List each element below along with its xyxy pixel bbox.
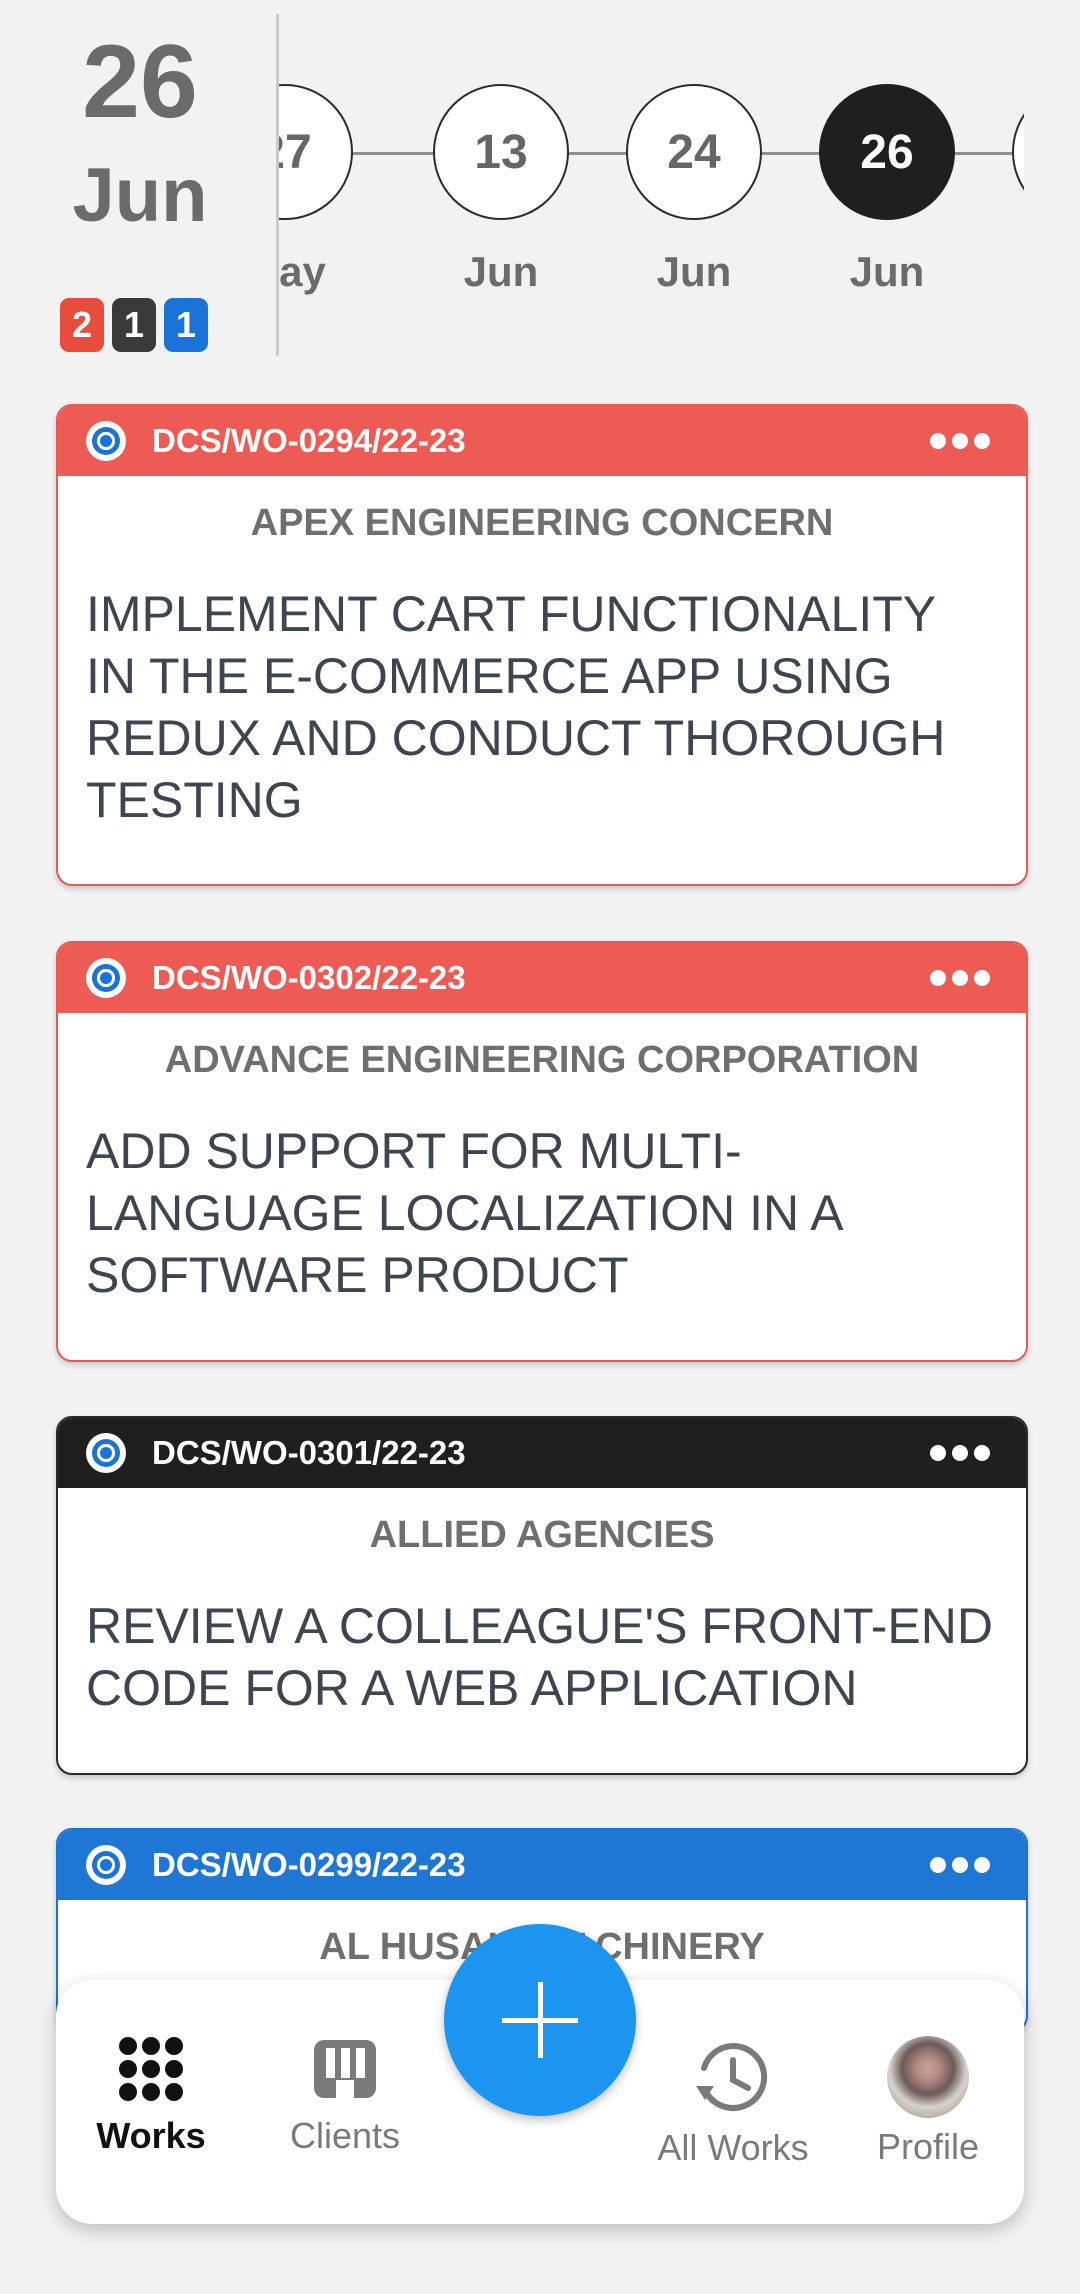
timeline-date-circle: 27 xyxy=(279,84,353,220)
timeline-date-item[interactable]: 27 May xyxy=(279,84,353,296)
timeline-date-month: Jun xyxy=(849,248,925,295)
card-header: DCS/WO-0299/22-23 xyxy=(58,1830,1026,1900)
target-icon xyxy=(86,1845,126,1885)
timeline-date-circle: 24 xyxy=(626,84,762,220)
timeline-date-circle: 13 xyxy=(433,84,569,220)
history-clock-icon xyxy=(696,2042,768,2111)
timeline-date-item[interactable] xyxy=(1012,84,1024,220)
nav-profile[interactable]: Profile xyxy=(843,2036,1013,2168)
work-order-number: DCS/WO-0299/22-23 xyxy=(152,1846,466,1883)
timeline-date-item[interactable]: 24 Jun xyxy=(626,84,762,296)
task-description: ADD SUPPORT FOR MULTI-LANGUAGE LOCALIZAT… xyxy=(86,1123,841,1303)
nav-clients[interactable]: Clients xyxy=(260,2036,430,2157)
badge-blue-count: 1 xyxy=(164,298,208,352)
avatar xyxy=(887,2036,969,2118)
timeline-date-item-selected[interactable]: 26 Jun xyxy=(819,84,955,296)
status-badges: 2 1 1 xyxy=(60,298,208,352)
card-header: DCS/WO-0294/22-23 xyxy=(58,406,1026,476)
card-header: DCS/WO-0301/22-23 xyxy=(58,1418,1026,1488)
work-order-card[interactable]: DCS/WO-0294/22-23 APEX ENGINEERING CONCE… xyxy=(56,404,1028,886)
nav-works-label: Works xyxy=(96,2115,206,2156)
more-horizontal-icon[interactable] xyxy=(930,1445,990,1461)
timeline-date-circle xyxy=(1012,84,1024,220)
timeline-date-month: Jun xyxy=(463,248,539,295)
nav-all-works-label: All Works xyxy=(657,2127,809,2168)
work-order-card[interactable]: DCS/WO-0301/22-23 ALLIED AGENCIES REVIEW… xyxy=(56,1416,1028,1775)
timeline-date-month: Jun xyxy=(656,248,732,295)
client-name: ALLIED AGENCIES xyxy=(369,1514,715,1556)
more-horizontal-icon[interactable] xyxy=(930,970,990,986)
nav-works[interactable]: Works xyxy=(66,2036,236,2157)
timeline-date-circle: 26 xyxy=(819,84,955,220)
target-icon xyxy=(86,958,126,998)
task-description: REVIEW A COLLEAGUE'S FRONT-END CODE FOR … xyxy=(86,1598,993,1716)
more-horizontal-icon[interactable] xyxy=(930,433,990,449)
target-icon xyxy=(86,1433,126,1473)
nav-profile-label: Profile xyxy=(876,2126,980,2167)
add-work-button[interactable] xyxy=(444,1924,636,2116)
work-order-number: DCS/WO-0294/22-23 xyxy=(152,422,466,459)
work-order-number: DCS/WO-0302/22-23 xyxy=(152,959,466,996)
work-order-card[interactable]: DCS/WO-0302/22-23 ADVANCE ENGINEERING CO… xyxy=(56,941,1028,1362)
badge-red-count: 2 xyxy=(60,298,104,352)
timeline-date-month: May xyxy=(279,248,326,295)
target-icon xyxy=(86,421,126,461)
more-horizontal-icon[interactable] xyxy=(930,1857,990,1873)
selected-date-day: 26 xyxy=(82,24,198,140)
building-icon xyxy=(314,2040,376,2098)
badge-dark-count: 1 xyxy=(112,298,156,352)
task-description: IMPLEMENT CART FUNCTIONALITY IN THE E-CO… xyxy=(86,586,946,828)
client-name: APEX ENGINEERING CONCERN xyxy=(250,502,834,544)
nav-clients-label: Clients xyxy=(289,2115,401,2156)
selected-date: 26 Jun xyxy=(56,30,224,234)
work-order-number: DCS/WO-0301/22-23 xyxy=(152,1434,466,1471)
timeline-date-item[interactable]: 13 Jun xyxy=(433,84,569,296)
date-timeline[interactable]: 27 May 13 Jun 24 Jun 26 Jun xyxy=(279,60,1024,320)
selected-date-month: Jun xyxy=(72,153,208,238)
nav-all-works[interactable]: All Works xyxy=(648,2040,818,2169)
grid-dots-icon xyxy=(119,2037,183,2101)
client-name: ADVANCE ENGINEERING CORPORATION xyxy=(164,1039,920,1081)
card-header: DCS/WO-0302/22-23 xyxy=(58,943,1026,1013)
